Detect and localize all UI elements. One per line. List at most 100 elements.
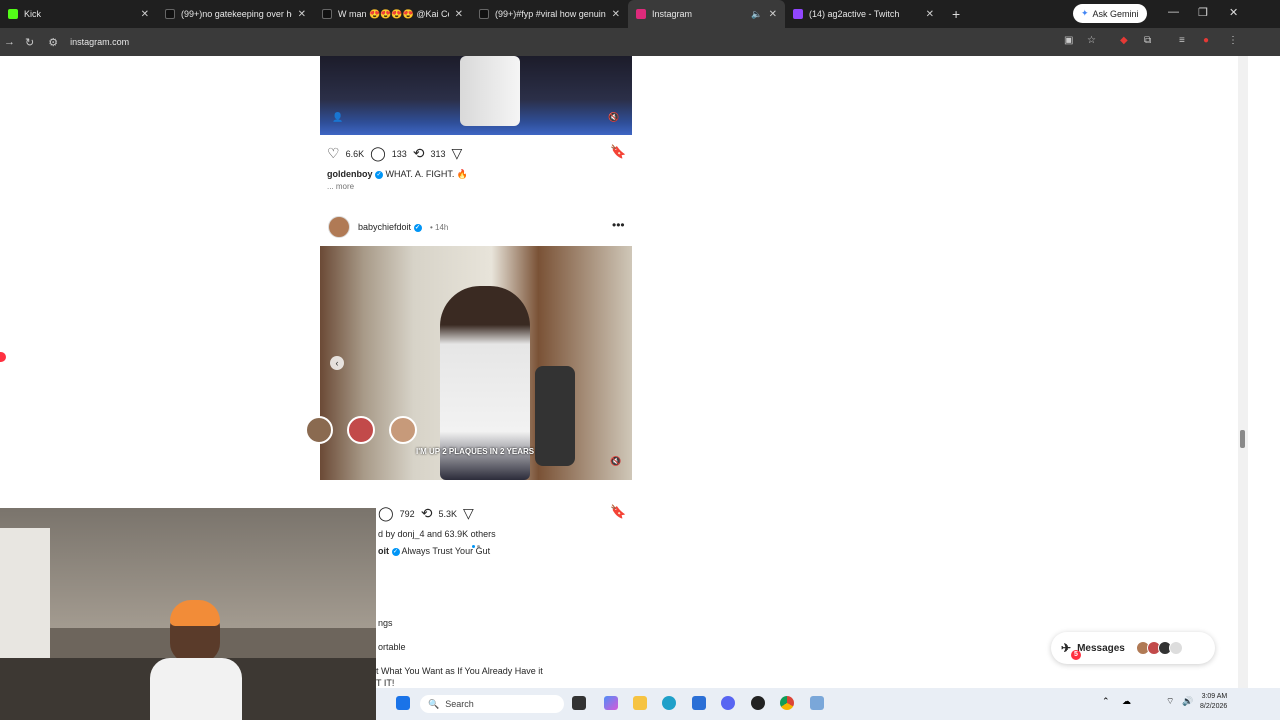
cast-icon[interactable]: ▣ xyxy=(1064,35,1073,46)
post2-time: • 14h xyxy=(430,223,449,232)
close-tab-icon[interactable]: ✕ xyxy=(298,9,306,20)
close-tab-icon[interactable]: ✕ xyxy=(926,9,934,20)
twitch-icon xyxy=(793,9,803,19)
volume-icon[interactable]: 🔇 xyxy=(610,456,621,467)
tab-tiktok-3[interactable]: (99+)#fyp #viral how genuine is ✕ xyxy=(471,0,628,28)
video-subtitle: I'M UP 2 PLAQUES IN 2 YEARS xyxy=(416,447,535,456)
close-tab-icon[interactable]: ✕ xyxy=(612,9,620,20)
volume-tray-icon[interactable]: 🔊 xyxy=(1182,696,1196,710)
url-text[interactable]: instagram.com xyxy=(70,37,129,47)
extensions-icon[interactable]: ⧉ xyxy=(1144,35,1151,46)
tab-title: (14) ag2active - Twitch xyxy=(809,9,900,19)
messages-icon: ✈ xyxy=(1061,641,1072,655)
discord-icon[interactable] xyxy=(721,696,735,710)
webcam-person-body xyxy=(150,658,242,720)
post-video[interactable]: 👤 🔇 xyxy=(320,56,632,135)
reload-icon[interactable]: ↻ xyxy=(25,36,34,49)
suggestion-item[interactable]: ortable xyxy=(378,642,406,652)
store-icon[interactable] xyxy=(692,696,706,710)
edge-icon[interactable] xyxy=(662,696,676,710)
extension-red-icon[interactable]: ◆ xyxy=(1120,35,1128,46)
ask-gemini-button[interactable]: ✦ Ask Gemini xyxy=(1073,4,1147,23)
repost-icon[interactable]: ⟲ xyxy=(421,505,433,522)
share-icon[interactable]: ▽ xyxy=(452,145,463,162)
verified-icon: ✓ xyxy=(375,170,384,179)
system-clock[interactable]: 3:09 AM 8/2/2026 xyxy=(1200,692,1227,712)
close-window-icon[interactable]: ✕ xyxy=(1229,6,1238,19)
network-icon[interactable]: ☁ xyxy=(1122,696,1136,710)
comment-icon[interactable]: ◯ xyxy=(370,145,386,162)
previous-slide-button[interactable]: ‹ xyxy=(330,356,344,370)
post1-more-link[interactable]: ... more xyxy=(327,182,354,191)
tray-chevron-icon[interactable]: ⌃ xyxy=(1102,696,1116,710)
clock-time: 3:09 AM xyxy=(1201,693,1228,700)
repost-icon[interactable]: ⟲ xyxy=(413,145,425,162)
boxer-legs xyxy=(460,56,520,126)
suggestion-item[interactable]: t What You Want as If You Already Have i… xyxy=(376,666,543,676)
more-options-icon[interactable]: ••• xyxy=(612,218,625,232)
windows-start-icon[interactable] xyxy=(396,696,410,710)
suggestion-item[interactable]: T IT! xyxy=(376,678,394,688)
tab-twitch[interactable]: (14) ag2active - Twitch ✕ xyxy=(785,0,942,28)
post2-caption-user[interactable]: oit xyxy=(378,546,389,556)
heart-icon[interactable]: ♡ xyxy=(327,145,340,162)
site-info-icon[interactable]: ⚙ xyxy=(48,36,58,49)
post2-comments: 792 xyxy=(399,508,415,519)
suggestion-item[interactable]: ngs xyxy=(378,618,393,628)
page-scrollbar[interactable] xyxy=(1238,56,1248,688)
close-tab-icon[interactable]: ✕ xyxy=(769,9,777,20)
user-icon[interactable]: 👤 xyxy=(332,112,343,123)
tiktok-icon xyxy=(322,9,332,19)
search-icon: 🔍 xyxy=(428,698,440,709)
post2-caption-text: Always Trust Your Gut xyxy=(401,546,491,556)
tab-kick[interactable]: Kick ✕ xyxy=(0,0,157,28)
task-view-icon[interactable] xyxy=(572,696,586,710)
forward-icon[interactable]: → xyxy=(4,36,15,48)
post-video[interactable]: ‹ I'M UP 2 PLAQUES IN 2 YEARS 🔇 xyxy=(320,246,632,480)
wifi-icon[interactable]: ⌔ xyxy=(1166,696,1180,710)
messages-button[interactable]: ✈ 5 Messages xyxy=(1051,632,1215,664)
new-tab-button[interactable]: + xyxy=(952,6,960,22)
file-explorer-icon[interactable] xyxy=(633,696,647,710)
save-icon[interactable]: 🔖 xyxy=(610,144,626,160)
close-tab-icon[interactable]: ✕ xyxy=(455,9,463,20)
speaker-icon[interactable]: 🔈 xyxy=(751,9,762,20)
chrome-icon[interactable] xyxy=(780,696,794,710)
volume-icon[interactable]: 🔇 xyxy=(608,112,619,123)
messages-avatars xyxy=(1135,641,1183,655)
scrollbar-thumb[interactable] xyxy=(1240,430,1245,448)
post1-username[interactable]: goldenboy xyxy=(327,169,373,179)
avatar xyxy=(1168,641,1183,655)
close-tab-icon[interactable]: ✕ xyxy=(141,9,149,20)
app-icon-2[interactable] xyxy=(810,696,824,710)
app-icon[interactable] xyxy=(751,696,765,710)
media-icon[interactable]: ≡ xyxy=(1179,35,1185,46)
tab-tiktok-2[interactable]: W man 😍😍😍😍 @Kai Cen ✕ xyxy=(314,0,471,28)
bookmark-star-icon[interactable]: ☆ xyxy=(1087,35,1096,46)
tab-instagram[interactable]: Instagram 🔈 ✕ xyxy=(628,0,785,28)
tiktok-icon xyxy=(479,9,489,19)
tiktok-icon xyxy=(165,9,175,19)
post2-username[interactable]: babychiefdoit ✓ xyxy=(358,222,422,232)
profile-avatar[interactable]: ● xyxy=(1203,35,1209,46)
live-avatar[interactable] xyxy=(305,416,333,444)
restore-icon[interactable]: ❐ xyxy=(1198,6,1208,19)
tab-title: W man 😍😍😍😍 @Kai Cen xyxy=(338,8,449,19)
tab-tiktok-1[interactable]: (99+)no gatekeeping over here ✕ xyxy=(157,0,314,28)
ask-gemini-label: Ask Gemini xyxy=(1092,8,1139,19)
post2-actions: ◯ 792 ⟲ 5.3K ▽ xyxy=(378,505,480,522)
post1-likes: 6.6K xyxy=(345,148,365,159)
copilot-icon[interactable] xyxy=(604,696,618,710)
avatar[interactable] xyxy=(328,216,350,238)
menu-icon[interactable]: ⋮ xyxy=(1228,35,1238,46)
live-avatar[interactable] xyxy=(389,416,417,444)
share-icon[interactable]: ▽ xyxy=(463,505,474,522)
post2-liked-by[interactable]: d by donj_4 and 63.9K others xyxy=(378,529,496,539)
comment-icon[interactable]: ◯ xyxy=(378,505,394,522)
minimize-icon[interactable]: — xyxy=(1168,6,1179,18)
taskbar-search[interactable]: 🔍 Search xyxy=(420,695,564,713)
tab-title: Kick xyxy=(24,9,42,19)
post2-reposts: 5.3K xyxy=(438,508,457,519)
live-avatar[interactable] xyxy=(347,416,375,444)
save-icon[interactable]: 🔖 xyxy=(610,504,626,520)
